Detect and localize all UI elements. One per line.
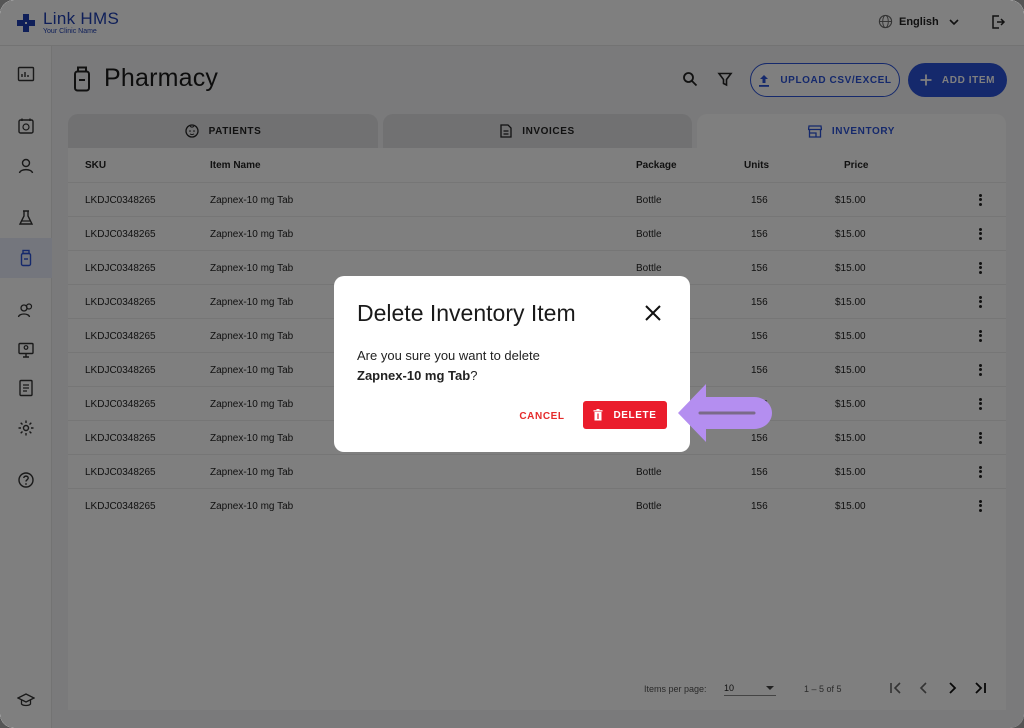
dialog-item-name: Zapnex-10 mg Tab (357, 368, 471, 383)
pointer-arrow-icon (678, 384, 772, 442)
dialog-title: Delete Inventory Item (357, 300, 576, 326)
dialog-message: Are you sure you want to delete Zapnex-1… (357, 346, 657, 386)
close-icon[interactable] (644, 304, 662, 322)
delete-dialog: Delete Inventory Item Are you sure you w… (334, 276, 690, 452)
delete-button[interactable]: DELETE (583, 401, 667, 429)
dialog-message-suffix: ? (470, 368, 478, 383)
trash-icon (593, 409, 603, 421)
delete-button-label: DELETE (613, 409, 657, 421)
dialog-message-prefix: Are you sure you want to delete (357, 348, 540, 363)
cancel-button[interactable]: CANCEL (515, 406, 569, 426)
app-window: Link HMS Your Clinic Name English (0, 0, 1024, 728)
